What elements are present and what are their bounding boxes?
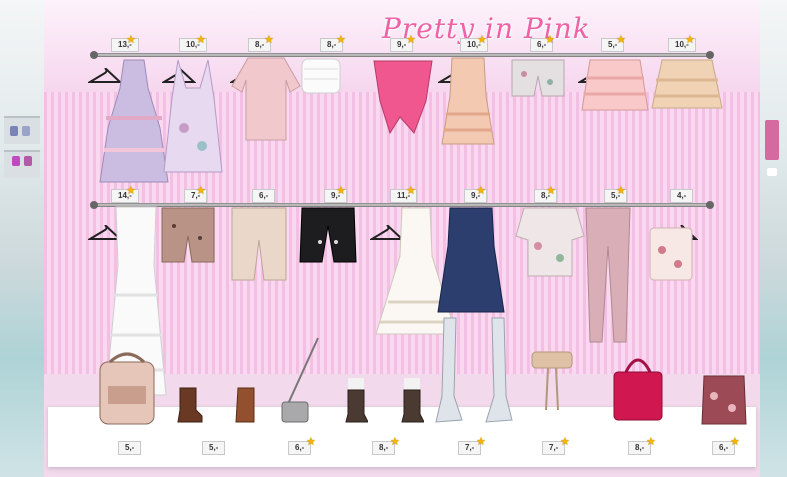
floral-backpack-item[interactable] <box>94 352 160 426</box>
price-label: 6,- <box>295 443 305 452</box>
mall-item <box>10 126 18 136</box>
gray-crossbody-bag-item[interactable] <box>280 336 324 426</box>
price-tag: 4,- <box>670 189 694 203</box>
lace-up-bootie-item[interactable] <box>344 376 368 424</box>
mall-item <box>22 126 30 136</box>
mall-background-right <box>757 0 787 477</box>
floral-bustier-item[interactable] <box>700 374 748 426</box>
star-icon: ★ <box>545 34 555 46</box>
star-icon: ★ <box>306 436 316 448</box>
pretty-in-pink-booth: Pretty in Pink 13,- ★ 10,- ★ 8,- ★ 8,- ★… <box>44 0 760 477</box>
star-icon: ★ <box>126 185 136 197</box>
star-icon: ★ <box>406 185 416 197</box>
white-lace-top-item[interactable] <box>300 57 342 95</box>
price-label: 6,- <box>719 443 729 452</box>
clear-heel-item[interactable] <box>434 316 464 426</box>
star-icon: ★ <box>476 185 486 197</box>
star-icon: ★ <box>336 185 346 197</box>
rail-end <box>90 201 98 209</box>
star-icon: ★ <box>646 436 656 448</box>
pink-ruffle-skirt-item[interactable] <box>580 58 650 112</box>
star-icon: ★ <box>560 436 570 448</box>
beige-lace-shorts-item[interactable] <box>230 206 288 282</box>
navy-denim-dress-item[interactable] <box>436 206 506 314</box>
star-icon: ★ <box>264 34 274 46</box>
pink-quilted-tote-item[interactable] <box>612 352 664 422</box>
floral-ruffle-blouse-item[interactable] <box>514 206 586 278</box>
star-icon: ★ <box>196 185 206 197</box>
rail-end <box>90 51 98 59</box>
price-label: 5,- <box>209 443 219 452</box>
price-tag: 6,- <box>252 189 276 203</box>
lace-up-bootie-item[interactable] <box>400 376 424 424</box>
black-bolero-item[interactable] <box>298 206 358 264</box>
star-icon: ★ <box>685 34 695 46</box>
price-label: 9,- <box>397 40 407 49</box>
mall-item <box>24 156 32 166</box>
star-icon: ★ <box>477 34 487 46</box>
peach-tiered-dress-item[interactable] <box>440 56 496 146</box>
price-label: 7,- <box>465 443 475 452</box>
price-label: 8,- <box>635 443 645 452</box>
star-icon: ★ <box>476 436 486 448</box>
rail-end <box>706 201 714 209</box>
pink-blouse-item[interactable] <box>230 56 302 142</box>
price-tag: 5,- <box>118 441 142 455</box>
price-tag: 5,- <box>202 441 226 455</box>
mall-background-left <box>0 0 46 477</box>
star-icon: ★ <box>336 34 346 46</box>
price-label: 8,- <box>379 443 389 452</box>
floral-shorts-item[interactable] <box>510 58 566 98</box>
mall-item <box>12 156 20 166</box>
mall-mannequin <box>765 120 779 160</box>
cognac-ankle-boot-item[interactable] <box>234 386 258 426</box>
star-icon: ★ <box>616 185 626 197</box>
star-icon: ★ <box>196 34 206 46</box>
price-label: 6,- <box>259 191 269 200</box>
mall-item <box>767 168 777 176</box>
brown-ankle-boot-item[interactable] <box>174 386 204 424</box>
beige-tiered-skirt-item[interactable] <box>650 58 724 110</box>
mall-shelf <box>4 150 40 178</box>
beige-belt-item[interactable] <box>530 350 574 412</box>
price-label: 7,- <box>549 443 559 452</box>
floral-camisole-item[interactable] <box>648 226 694 282</box>
floral-sundress-item[interactable] <box>162 58 224 174</box>
star-icon: ★ <box>546 185 556 197</box>
pink-leggings-item[interactable] <box>580 206 636 344</box>
star-icon: ★ <box>406 34 416 46</box>
price-label: 4,- <box>677 191 687 200</box>
brown-polka-shorts-item[interactable] <box>160 206 216 264</box>
clear-heel-item[interactable] <box>484 316 514 426</box>
star-icon: ★ <box>730 436 740 448</box>
star-icon: ★ <box>126 34 136 46</box>
star-icon: ★ <box>390 436 400 448</box>
price-label: 8,- <box>255 40 265 49</box>
star-icon: ★ <box>616 34 626 46</box>
pink-draped-top-item[interactable] <box>370 57 436 135</box>
price-label: 5,- <box>125 443 135 452</box>
price-label: 8,- <box>327 40 337 49</box>
pastel-ruffle-dress-item[interactable] <box>98 58 170 186</box>
